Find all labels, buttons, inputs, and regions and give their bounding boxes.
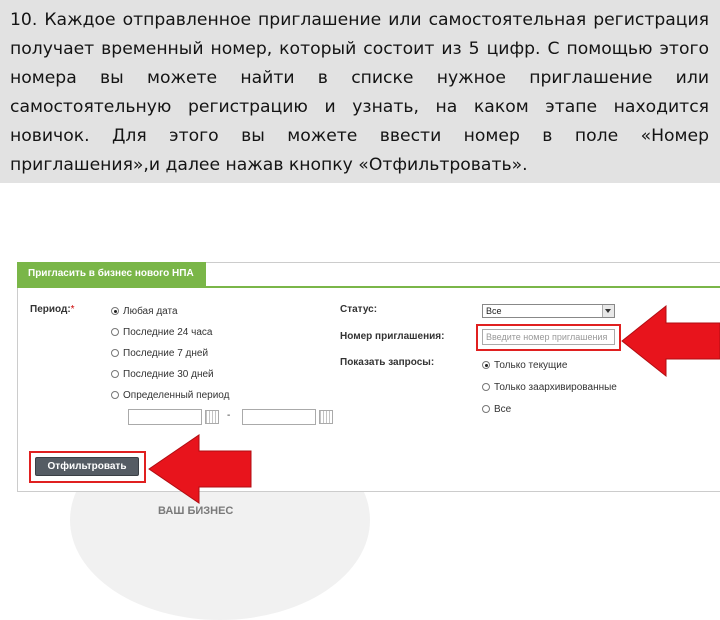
calendar-icon[interactable] [319, 410, 333, 424]
date-from-input[interactable] [128, 409, 202, 425]
radio-icon[interactable] [111, 370, 119, 378]
show-option-current[interactable]: Только текущие [482, 358, 567, 372]
period-option-30d[interactable]: Последние 30 дней [111, 367, 214, 381]
period-option-label: Любая дата [123, 305, 178, 317]
filter-button-highlight [29, 451, 146, 483]
show-option-label: Только заархивированные [494, 381, 617, 393]
left-arrow-icon [621, 304, 720, 378]
period-option-label: Последние 30 дней [123, 368, 214, 380]
period-option-label: Последние 7 дней [123, 347, 209, 359]
period-option-24h[interactable]: Последние 24 часа [111, 325, 212, 339]
invite-number-label: Номер приглашения: [340, 331, 445, 342]
status-select[interactable]: Все [482, 304, 615, 318]
invite-number-highlight [476, 324, 621, 351]
period-option-any[interactable]: Любая дата [111, 304, 178, 318]
show-option-label: Все [494, 403, 512, 415]
period-option-custom[interactable]: Определенный период [111, 388, 229, 402]
watermark-text: ВАШ БИЗНЕС [158, 505, 234, 517]
date-range-separator: - [227, 410, 231, 421]
radio-icon[interactable] [111, 391, 119, 399]
status-label: Статус: [340, 304, 378, 315]
status-select-value: Все [486, 306, 502, 316]
radio-icon[interactable] [111, 307, 119, 315]
caption-text: 10. Каждое отправленное приглашение или … [10, 10, 709, 175]
period-label: Период:* [30, 304, 75, 315]
chevron-down-icon[interactable] [602, 305, 614, 317]
show-option-label: Только текущие [494, 359, 568, 371]
calendar-icon[interactable] [205, 410, 219, 424]
period-option-label: Последние 24 часа [123, 326, 213, 338]
panel-tab-invite[interactable]: Пригласить в бизнес нового НПА [17, 262, 206, 286]
radio-icon[interactable] [482, 405, 490, 413]
radio-icon[interactable] [111, 328, 119, 336]
required-mark: * [70, 304, 75, 315]
caption-area: 10. Каждое отправленное приглашение или … [0, 0, 720, 183]
show-option-all[interactable]: Все [482, 402, 511, 416]
period-option-label: Определенный период [123, 389, 230, 401]
left-arrow-icon [148, 434, 252, 504]
show-requests-label: Показать запросы: [340, 357, 435, 368]
radio-icon[interactable] [482, 383, 490, 391]
radio-icon[interactable] [111, 349, 119, 357]
panel-header-line [17, 286, 720, 288]
date-to-input[interactable] [242, 409, 316, 425]
show-option-archived[interactable]: Только заархивированные [482, 380, 617, 394]
radio-icon[interactable] [482, 361, 490, 369]
period-option-7d[interactable]: Последние 7 дней [111, 346, 208, 360]
